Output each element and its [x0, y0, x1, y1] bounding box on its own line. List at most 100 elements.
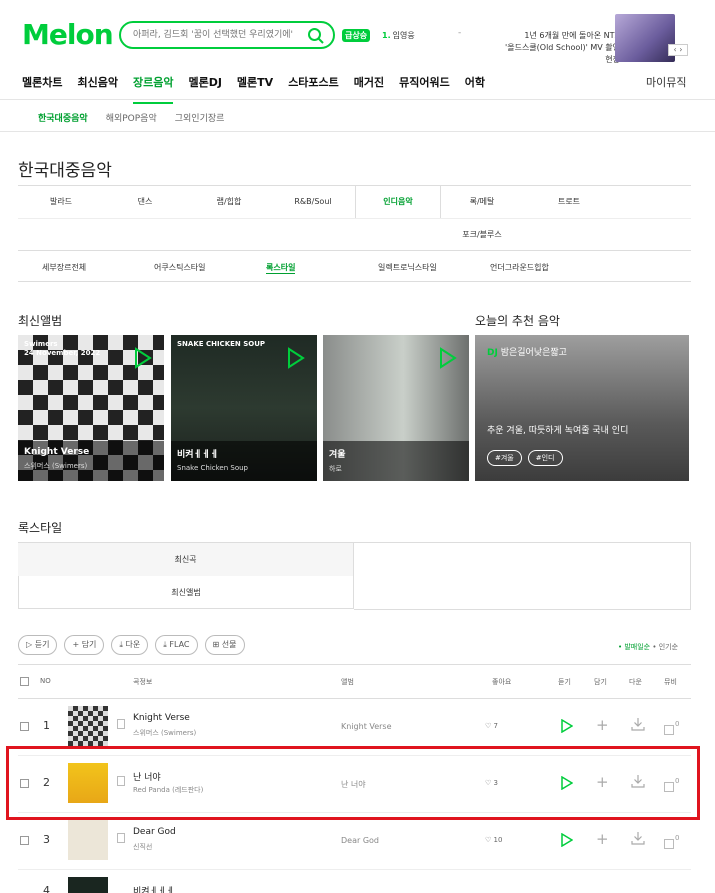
- melon-logo[interactable]: Melon: [22, 18, 114, 51]
- mv-icon[interactable]: 0: [664, 720, 679, 735]
- song-album[interactable]: Knight Verse: [341, 722, 392, 731]
- add-button[interactable]: + 담기: [64, 635, 105, 655]
- song-artist[interactable]: 신직선: [133, 842, 152, 852]
- row-checkbox[interactable]: [20, 836, 29, 845]
- search-input[interactable]: [133, 26, 303, 44]
- album-title[interactable]: Knight Verse: [24, 447, 158, 457]
- download-icon[interactable]: [631, 831, 645, 845]
- song-artist[interactable]: 스위머스 (Swimers): [133, 728, 196, 738]
- tab-latest-albums[interactable]: 최신앨범: [18, 576, 354, 609]
- album-artist[interactable]: 하로: [329, 464, 463, 474]
- download-button[interactable]: ⤓ 다운: [111, 635, 149, 655]
- col-no: NO: [40, 677, 51, 685]
- style-electronic[interactable]: 일렉트로닉스타일: [378, 262, 437, 273]
- album-artist[interactable]: 스위머스 (Swimers): [24, 461, 158, 471]
- album-thumb[interactable]: [68, 877, 108, 893]
- select-all-checkbox[interactable]: [20, 677, 29, 686]
- info-icon[interactable]: [117, 719, 125, 729]
- sort-options: • 발매일순 • 인기순: [618, 642, 678, 652]
- listen-button[interactable]: ▷ 듣기: [18, 635, 58, 655]
- action-buttons: ▷ 듣기 + 담기 ⤓ 다운 ⤓ FLAC ⊞ 선물: [18, 635, 252, 655]
- row-checkbox[interactable]: [20, 722, 29, 731]
- play-icon[interactable]: [134, 347, 152, 369]
- col-listen: 듣기: [558, 678, 571, 686]
- divider: [18, 218, 691, 219]
- genre-indie[interactable]: 인디음악: [355, 186, 441, 218]
- album-thumb[interactable]: [68, 706, 108, 746]
- recommend-card[interactable]: DJ 밤은길어낮은짧고 추운 겨울, 따듯하게 녹여줄 국내 인디 #겨울 #인…: [475, 335, 689, 481]
- dj-name[interactable]: 밤은길어낮은짧고: [501, 348, 567, 358]
- play-icon[interactable]: [439, 347, 457, 369]
- nav-mymusic[interactable]: 마이뮤직: [646, 74, 686, 90]
- album-artist[interactable]: Snake Chicken Soup: [177, 464, 311, 472]
- album-card[interactable]: 겨울하로: [323, 335, 469, 481]
- promo-image[interactable]: [615, 14, 675, 62]
- genre-dance[interactable]: 댄스: [102, 186, 188, 218]
- divider: [0, 131, 715, 132]
- subnav-korean[interactable]: 한국대중음악: [38, 111, 88, 124]
- song-album[interactable]: Dear God: [341, 836, 379, 845]
- subnav-pop[interactable]: 해외POP음악: [106, 111, 157, 124]
- style-rock[interactable]: 록스타일: [266, 262, 296, 274]
- promo-line-2[interactable]: '올드스쿨(Old School)' MV 촬영 현장: [500, 42, 620, 66]
- play-icon[interactable]: [561, 719, 573, 733]
- subnav-other[interactable]: 그외인기장르: [175, 111, 225, 124]
- album-title[interactable]: 겨울: [329, 447, 463, 460]
- page-title: 한국대중음악: [18, 161, 112, 181]
- gift-button[interactable]: ⊞ 선물: [204, 635, 245, 655]
- genre-trot[interactable]: 트로트: [526, 186, 612, 218]
- promo-text[interactable]: 1년 6개월 만에 돌아온 NTX '올드스쿨(Old School)' MV …: [500, 30, 620, 66]
- tag-winter[interactable]: #겨울: [487, 450, 522, 466]
- style-acoustic[interactable]: 어쿠스틱스타일: [154, 262, 206, 273]
- rank-keyword[interactable]: 임영웅: [393, 31, 415, 40]
- album-card[interactable]: Swimers 24 November, 2022 Knight Verse 스위머…: [18, 335, 164, 481]
- list-tabs: 최신곡 최신앨범: [18, 542, 691, 610]
- mv-icon[interactable]: 0: [664, 834, 679, 849]
- download-icon[interactable]: [631, 717, 645, 731]
- col-song: 곡정보: [133, 678, 153, 686]
- promo-line-1[interactable]: 1년 6개월 만에 돌아온 NTX: [500, 30, 620, 42]
- col-add: 담기: [594, 678, 607, 686]
- tab-latest-songs[interactable]: 최신곡: [18, 543, 354, 576]
- add-icon[interactable]: +: [596, 718, 609, 733]
- rank-change: -: [458, 28, 462, 38]
- like-button[interactable]: ♡ 7: [485, 722, 498, 730]
- search-icon[interactable]: [307, 27, 325, 45]
- album-title[interactable]: 비켜ㅔㅔㅔ: [177, 447, 311, 460]
- genre-hiphop[interactable]: 랩/힙합: [186, 186, 272, 218]
- genre-subnav: 한국대중음악 해외POP음악 그외인기장르: [38, 111, 242, 124]
- dj-label: DJ: [487, 348, 498, 358]
- genre-rock[interactable]: 록/메탈: [439, 186, 525, 218]
- highlight-box: [6, 746, 700, 820]
- sort-popular[interactable]: • 인기순: [652, 643, 678, 651]
- realtime-rank[interactable]: 1. 임영웅: [382, 30, 415, 41]
- play-icon[interactable]: [561, 833, 573, 847]
- style-all[interactable]: 세부장르전체: [42, 262, 86, 273]
- add-icon[interactable]: +: [596, 832, 609, 847]
- album-thumb[interactable]: [68, 820, 108, 860]
- recommend-text[interactable]: 추운 겨울, 따듯하게 녹여줄 국내 인디: [487, 423, 628, 436]
- info-icon[interactable]: [117, 833, 125, 843]
- row-number: 3: [43, 833, 50, 846]
- recommend-dj[interactable]: DJ 밤은길어낮은짧고: [487, 345, 567, 358]
- tag-indie[interactable]: #인디: [527, 450, 563, 466]
- song-title[interactable]: Dear God: [133, 827, 176, 837]
- like-button[interactable]: ♡ 10: [485, 836, 502, 844]
- table-row[interactable]: 3 Dear God 신직선 Dear God ♡ 10 + 0: [18, 813, 691, 870]
- table-header: NO 곡정보 앨범 좋아요 듣기 담기 다운 뮤비: [18, 664, 691, 699]
- style-underground[interactable]: 언더그라운드힙합: [490, 262, 549, 273]
- style-tabs: 세부장르전체 어쿠스틱스타일 록스타일 일렉트로닉스타일 언더그라운드힙합: [18, 252, 691, 282]
- sort-release[interactable]: • 발매일순: [618, 643, 650, 651]
- search-box[interactable]: [119, 21, 335, 49]
- song-title[interactable]: 비켜ㅔㅔㅔ: [133, 884, 174, 893]
- genre-folk[interactable]: 포크/블루스: [439, 219, 525, 251]
- song-title[interactable]: Knight Verse: [133, 713, 190, 723]
- rank-number: 1.: [382, 31, 391, 40]
- play-icon[interactable]: [287, 347, 305, 369]
- table-row[interactable]: 4 비켜ㅔㅔㅔ: [18, 870, 691, 893]
- album-card[interactable]: SNAKE CHICKEN SOUP 비켜ㅔㅔㅔ Snake Chicken So…: [171, 335, 317, 481]
- genre-rnb[interactable]: R&B/Soul: [270, 186, 356, 218]
- flac-button[interactable]: ⤓ FLAC: [155, 635, 198, 655]
- genre-ballad[interactable]: 발라드: [18, 186, 104, 218]
- promo-nav-arrows[interactable]: ‹ ›: [668, 44, 688, 56]
